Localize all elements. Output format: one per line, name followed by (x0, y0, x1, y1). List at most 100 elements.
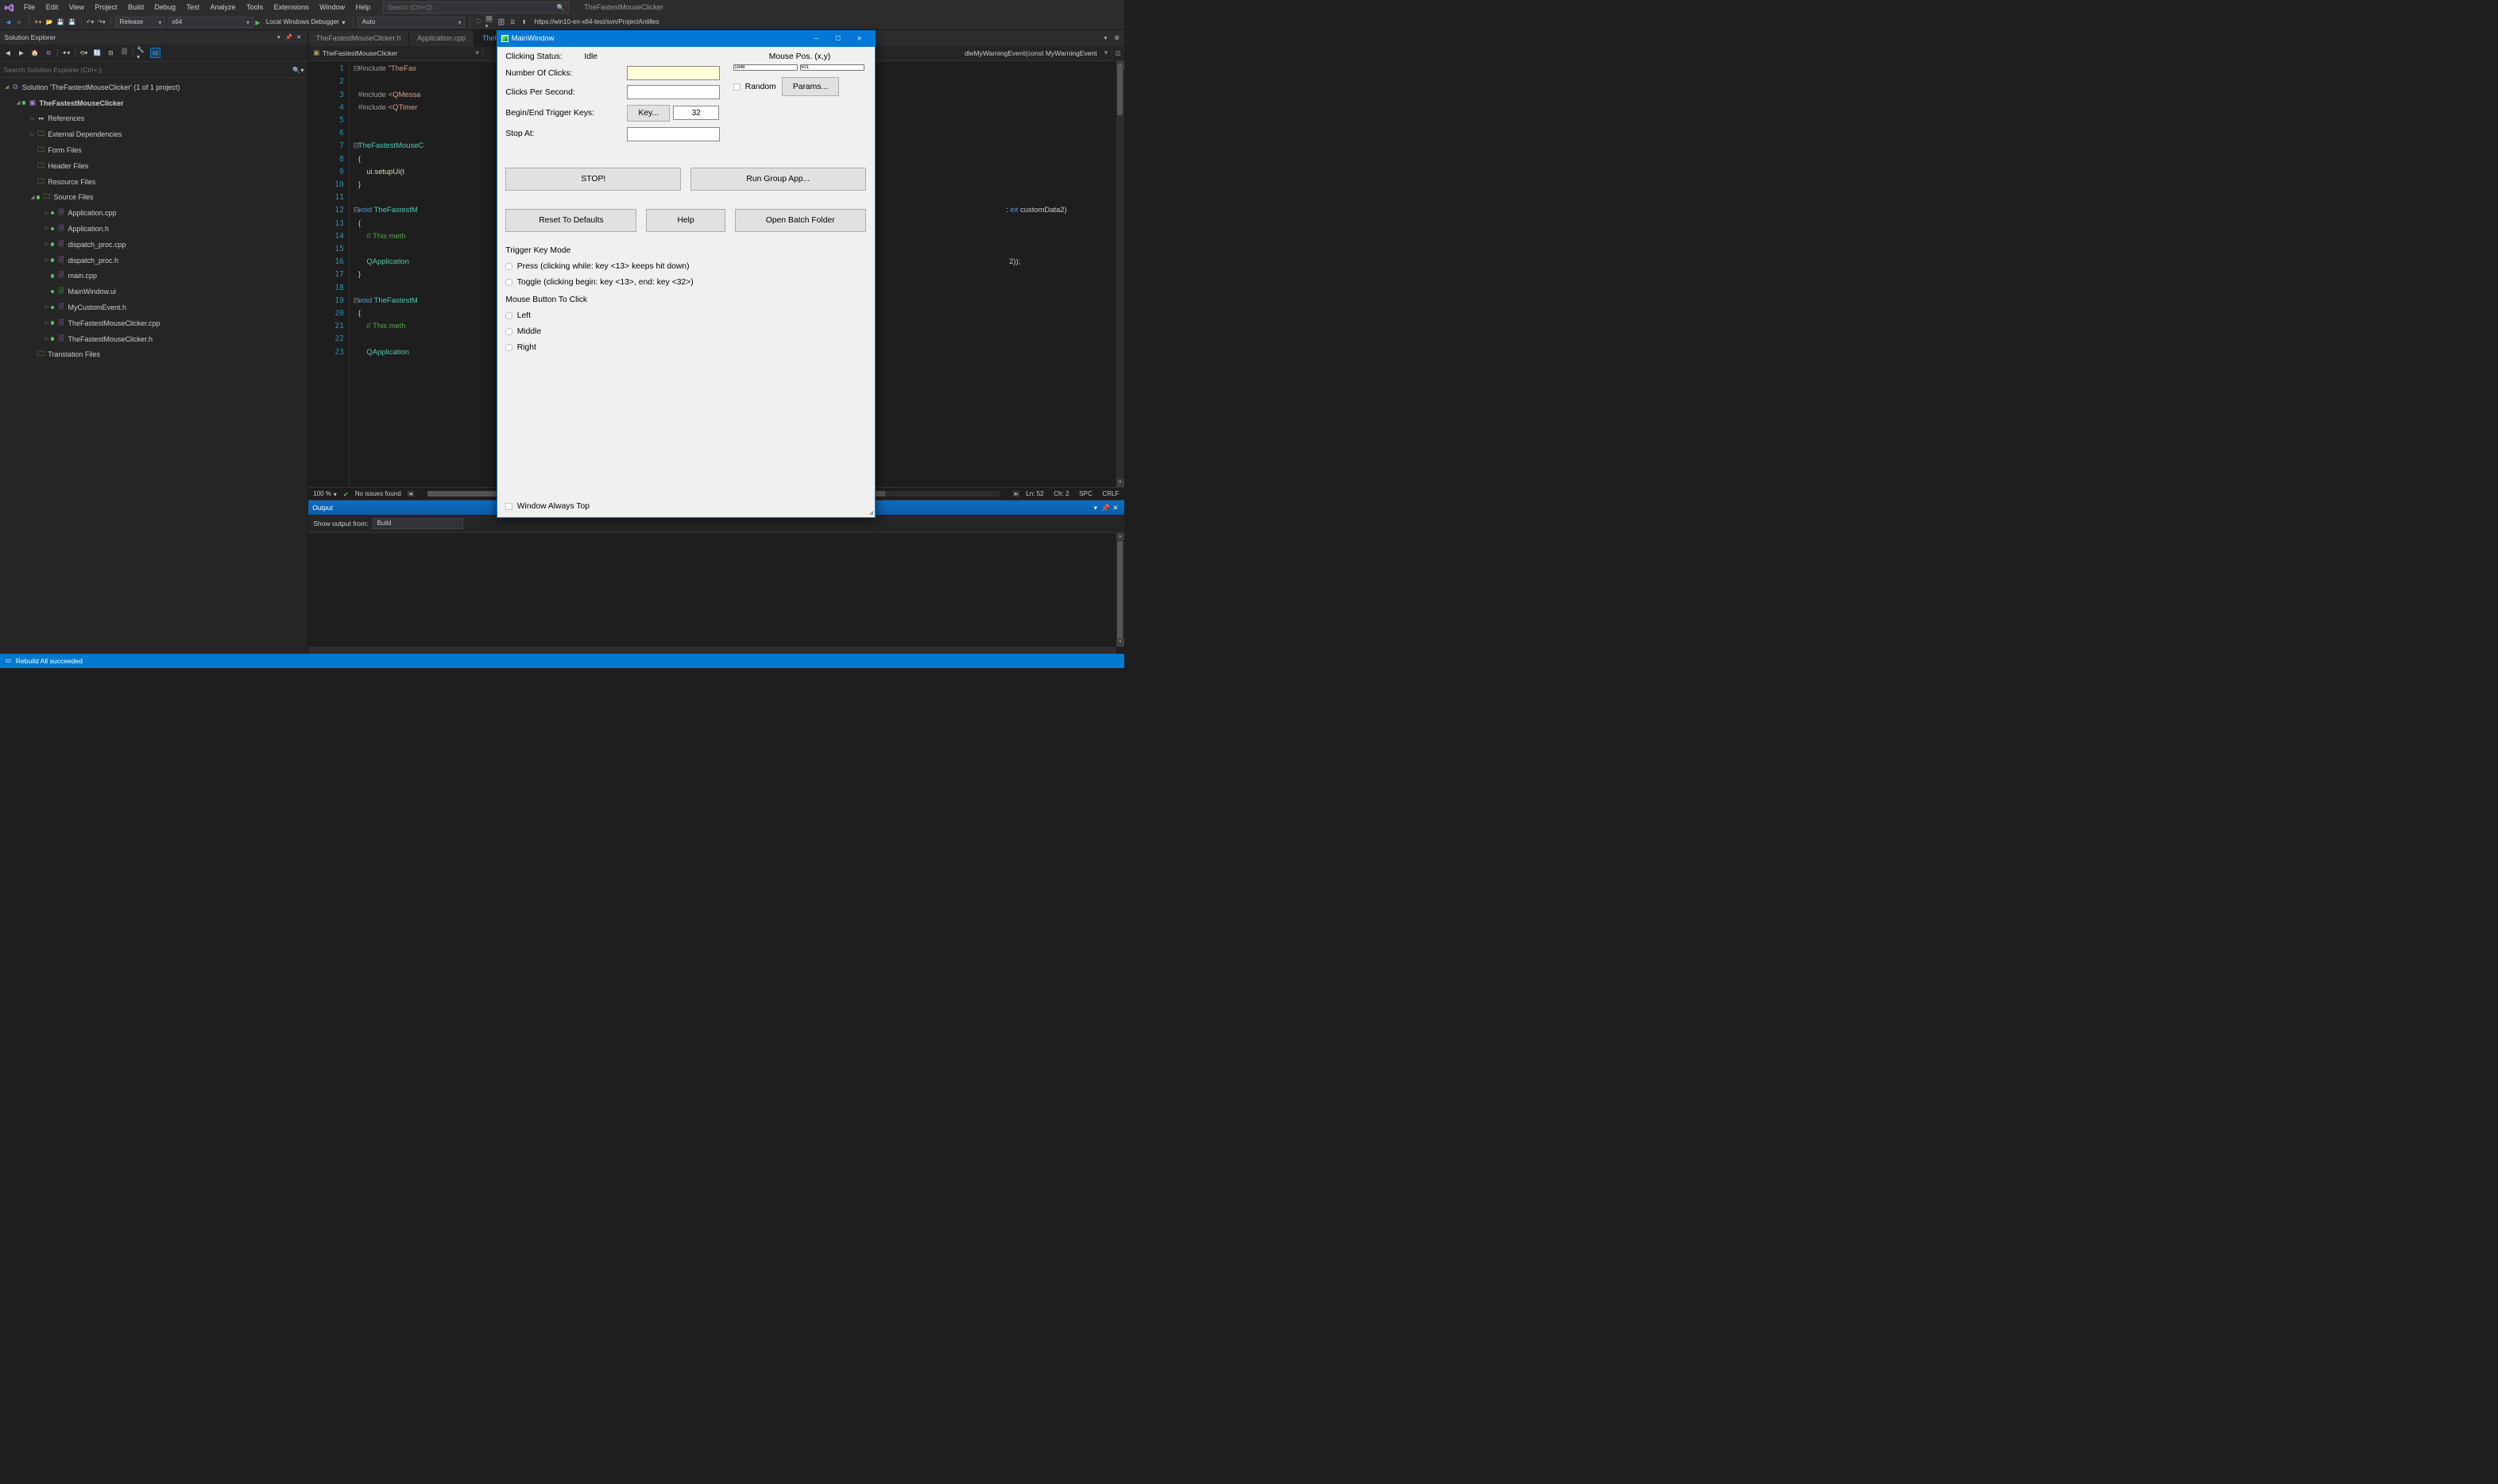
switch-views-icon[interactable]: ⧉ (44, 48, 54, 58)
menu-edit[interactable]: Edit (41, 2, 63, 14)
menu-debug[interactable]: Debug (149, 2, 180, 14)
editor-vscrollbar[interactable]: ▲ ▼ (1116, 61, 1124, 487)
form-files-node[interactable]: 🗀Form Files (0, 142, 307, 158)
file-tfmc-cpp[interactable]: ▷🗎TheFastestMouseClicker.cpp (0, 315, 307, 331)
h-right-icon[interactable]: ▶ (1013, 491, 1019, 497)
menu-window[interactable]: Window (315, 2, 350, 14)
references-node[interactable]: ▷▪▪References (0, 110, 307, 126)
menu-view[interactable]: View (64, 2, 89, 14)
solution-tree[interactable]: ◢⧉Solution 'TheFastestMouseClicker' (1 o… (0, 78, 307, 654)
solution-node[interactable]: ◢⧉Solution 'TheFastestMouseClicker' (1 o… (0, 79, 307, 95)
resource-files-node[interactable]: 🗀Resource Files (0, 174, 307, 190)
start-debugger[interactable]: Local Windows Debugger ▾ (262, 18, 349, 26)
db-icon[interactable]: 🗄 (497, 17, 506, 27)
header-files-node[interactable]: 🗀Header Files (0, 158, 307, 174)
sync-icon[interactable]: ⟲▾ (79, 48, 89, 58)
mouse-y-input[interactable] (800, 64, 864, 71)
left-radio[interactable]: Left (505, 311, 865, 320)
project-node[interactable]: ◢▣TheFastestMouseClicker (0, 95, 307, 111)
nav-scope-combo[interactable]: ▣TheFastestMouseClicker (308, 48, 484, 57)
tab-overflow-icon[interactable]: ▾ (1101, 33, 1110, 42)
file-mainwindow-ui[interactable]: 🗎MainWindow.ui (0, 284, 307, 300)
solution-search-input[interactable] (4, 66, 291, 74)
solution-search[interactable]: 🔍▾ (0, 62, 307, 78)
params-button[interactable]: Params... (782, 77, 839, 95)
scroll-down-icon[interactable]: ▼ (1116, 479, 1124, 487)
maximize-icon[interactable]: ☐ (827, 31, 849, 47)
platform-combo[interactable]: x64 (168, 17, 253, 28)
source-files-node[interactable]: ◢🗀Source Files (0, 189, 307, 205)
forward-icon[interactable]: ▶ (15, 17, 25, 27)
always-top-checkbox[interactable]: Window Always Top (505, 502, 865, 511)
mainwindow-titlebar[interactable]: MainWindow ─ ☐ ✕ (497, 31, 875, 47)
menu-analyze[interactable]: Analyze (205, 2, 241, 14)
open-file-icon[interactable]: 📂 (44, 17, 54, 27)
close-icon[interactable]: ✕ (295, 33, 304, 41)
file-mycustomevent-h[interactable]: ▷🗎MyCustomEvent.h (0, 300, 307, 315)
folder1-icon[interactable]: 🗀 (474, 17, 483, 27)
open-batch-button[interactable]: Open Batch Folder (735, 209, 866, 232)
collapse-icon[interactable]: ⊟ (106, 48, 116, 58)
key-button[interactable]: Key... (627, 105, 670, 122)
menu-file[interactable]: File (18, 2, 40, 14)
save-icon[interactable]: 💾 (56, 17, 66, 27)
file-dispatch-h[interactable]: ▷🗎dispatch_proc.h (0, 253, 307, 269)
tab-application-cpp[interactable]: Application.cpp (409, 30, 474, 46)
panel-dropdown-icon[interactable]: ▾ (1091, 504, 1100, 512)
pin-icon[interactable]: 📌 (284, 33, 293, 41)
toggle-radio[interactable]: Toggle (clicking begin: key <13>, end: k… (505, 278, 865, 287)
quick-search[interactable]: 🔍 (383, 2, 569, 13)
press-radio[interactable]: Press (clicking while: key <13> keeps hi… (505, 262, 865, 271)
reset-button[interactable]: Reset To Defaults (505, 209, 636, 232)
pending-changes-icon[interactable]: ✦▾ (61, 48, 72, 58)
random-checkbox[interactable]: Random (733, 83, 776, 91)
show-all-icon[interactable]: 🗐 (119, 48, 130, 58)
file-application-h[interactable]: ▷🗎Application.h (0, 221, 307, 237)
upload-icon[interactable]: ⬆ (520, 17, 529, 27)
forward2-icon[interactable]: ▶ (17, 48, 27, 58)
config-combo[interactable]: Release (115, 17, 165, 28)
menu-test[interactable]: Test (181, 2, 204, 14)
stop-button[interactable]: STOP! (505, 168, 681, 191)
file-tfmc-h[interactable]: ▷🗎TheFastestMouseClicker.h (0, 331, 307, 347)
preview-icon[interactable]: ▭ (150, 48, 160, 58)
undo-icon[interactable]: ↶▾ (86, 17, 95, 27)
menu-help[interactable]: Help (350, 2, 375, 14)
stop-at-input[interactable] (627, 127, 720, 141)
file-application-cpp[interactable]: ▷🗎Application.cpp (0, 205, 307, 221)
zoom-combo[interactable]: 100 % ▾ (313, 490, 337, 498)
output-hscrollbar[interactable] (308, 647, 1116, 654)
scroll-down-icon[interactable]: ▼ (1116, 639, 1124, 647)
wrench-icon[interactable]: 🔧▾ (137, 48, 147, 58)
mouse-x-input[interactable] (733, 64, 798, 71)
menu-project[interactable]: Project (90, 2, 122, 14)
back-icon[interactable]: ◀ (4, 17, 14, 27)
num-clicks-input[interactable] (627, 66, 720, 80)
output-source-combo[interactable]: Build (373, 518, 463, 530)
menu-tools[interactable]: Tools (242, 2, 269, 14)
refresh-icon[interactable]: 🔄 (92, 48, 102, 58)
output-vscrollbar[interactable]: ▲ ▼ (1116, 533, 1124, 647)
help-button[interactable]: Help (646, 209, 725, 232)
h-left-icon[interactable]: ◀ (408, 491, 414, 497)
new-project-icon[interactable]: ✶▾ (33, 17, 43, 27)
pin-icon[interactable]: 📌 (1101, 504, 1110, 512)
translation-files-node[interactable]: 🗀Translation Files (0, 346, 307, 362)
middle-radio[interactable]: Middle (505, 327, 865, 336)
menu-build[interactable]: Build (123, 2, 149, 14)
minimize-icon[interactable]: ─ (806, 31, 827, 47)
cps-input[interactable] (627, 85, 720, 99)
scroll-up-icon[interactable]: ▲ (1116, 533, 1124, 541)
output-body[interactable]: ▲ ▼ (308, 533, 1124, 654)
layers-icon[interactable]: ☰ (508, 17, 518, 27)
save-all-icon[interactable]: 💾 (68, 17, 77, 27)
panel-dropdown-icon[interactable]: ▾ (275, 33, 284, 41)
back2-icon[interactable]: ◀ (3, 48, 14, 58)
file-main-cpp[interactable]: 🗎main.cpp (0, 268, 307, 284)
key-code-input[interactable] (673, 106, 720, 120)
scroll-thumb[interactable] (1117, 541, 1123, 641)
right-radio[interactable]: Right (505, 343, 865, 352)
split-editor-icon[interactable]: ◫ (1112, 46, 1124, 61)
image-icon[interactable]: 🖼▾ (485, 17, 495, 27)
close-icon[interactable]: ✕ (1112, 504, 1120, 512)
